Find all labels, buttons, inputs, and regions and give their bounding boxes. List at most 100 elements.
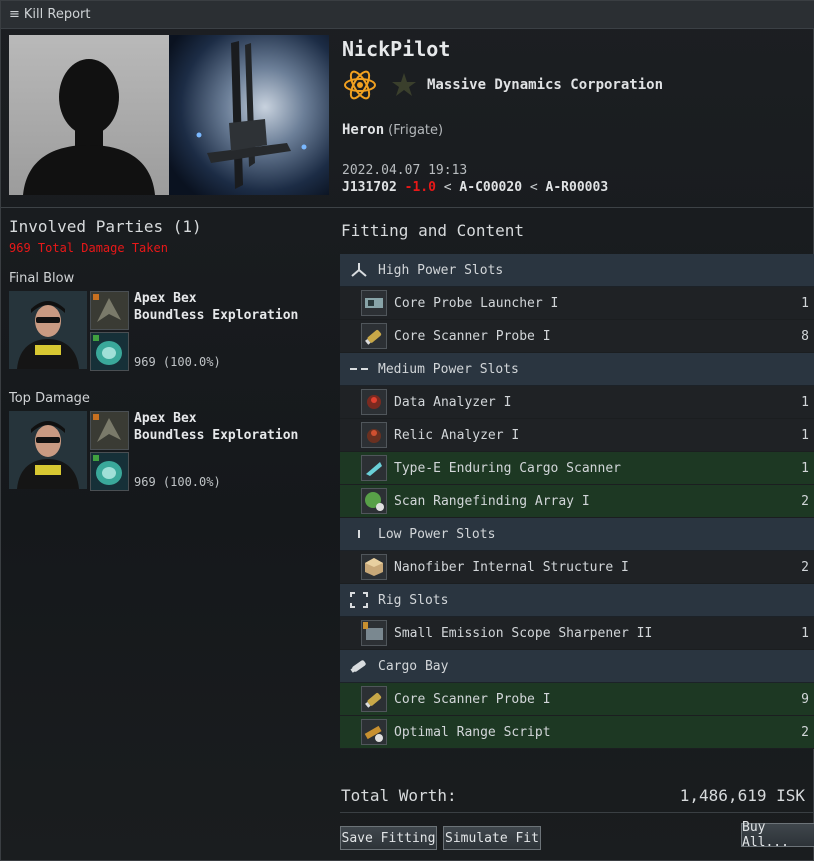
section-label: Rig Slots <box>378 592 449 608</box>
mid-slot-icon <box>340 360 378 378</box>
high-slot-icon <box>340 261 378 279</box>
attacker-corporation[interactable]: Boundless Exploration <box>134 307 298 324</box>
item-quantity: 2 <box>801 493 809 509</box>
item-name[interactable]: Core Scanner Probe I <box>394 692 789 707</box>
region-name[interactable]: A-R00003 <box>546 180 609 195</box>
section-header: Low Power Slots <box>340 518 814 551</box>
item-quantity: 9 <box>801 691 809 707</box>
attacker-ship-icon[interactable] <box>90 411 129 450</box>
section-label: Medium Power Slots <box>378 361 519 377</box>
fitting-list: High Power Slots Core Probe Launcher I 1 Co… <box>340 254 814 749</box>
fitting-item-row[interactable]: Optimal Range Script 2 <box>340 716 814 749</box>
alliance-logo-icon[interactable] <box>386 67 422 103</box>
section-header: High Power Slots <box>340 254 814 287</box>
constellation-name[interactable]: A-C00020 <box>459 180 522 195</box>
fitting-item-row[interactable]: Core Probe Launcher I 1 <box>340 287 814 320</box>
victim-portrait[interactable] <box>9 35 169 195</box>
item-quantity: 1 <box>801 427 809 443</box>
kill-report-window: ≡ Kill Report NickPilot Massive Dynamics… <box>0 0 814 861</box>
ship-class: (Frigate) <box>388 123 444 138</box>
attacker-corporation[interactable]: Boundless Exploration <box>134 427 298 444</box>
attacker-portrait[interactable] <box>9 411 87 489</box>
item-name[interactable]: Data Analyzer I <box>394 395 789 410</box>
attacker-portrait[interactable] <box>9 291 87 369</box>
rig-slot-icon <box>340 590 378 610</box>
attacker-weapon-icon[interactable] <box>90 452 129 491</box>
item-quantity: 8 <box>801 328 809 344</box>
victim-name[interactable]: NickPilot <box>342 37 450 61</box>
fitting-item-row[interactable]: Core Scanner Probe I 9 <box>340 683 814 716</box>
low-slot-icon <box>340 525 378 543</box>
item-name[interactable]: Optimal Range Script <box>394 725 789 740</box>
fitting-title: Fitting and Content <box>341 221 525 240</box>
buy-all-button[interactable]: Buy All... <box>741 820 814 850</box>
item-name[interactable]: Core Probe Launcher I <box>394 296 789 311</box>
item-name[interactable]: Core Scanner Probe I <box>394 329 789 344</box>
item-quantity: 2 <box>801 559 809 575</box>
fitting-item-row[interactable]: Core Scanner Probe I 8 <box>340 320 814 353</box>
save-fitting-button[interactable]: Save Fitting <box>340 826 437 850</box>
relic-analyzer-icon[interactable] <box>361 422 387 448</box>
final-blow-label: Final Blow <box>9 271 75 286</box>
divider <box>340 812 814 813</box>
total-damage: 969 Total Damage Taken <box>9 241 168 255</box>
section-label: Low Power Slots <box>378 526 496 542</box>
attacker-name[interactable]: Apex Bex <box>134 290 298 307</box>
attacker-damage: 969 (100.0%) <box>134 475 221 489</box>
system-name[interactable]: J131702 <box>342 180 397 195</box>
item-quantity: 1 <box>801 295 809 311</box>
rangefinding-array-icon[interactable] <box>361 488 387 514</box>
simulate-fit-button[interactable]: Simulate Fit <box>443 826 541 850</box>
fitting-item-row[interactable]: Nanofiber Internal Structure I 2 <box>340 551 814 584</box>
data-analyzer-icon[interactable] <box>361 389 387 415</box>
attacker-damage: 969 (100.0%) <box>134 355 221 369</box>
cargo-scanner-icon[interactable] <box>361 455 387 481</box>
security-status: -1.0 <box>404 180 436 195</box>
scanner-probe-icon[interactable] <box>361 686 387 712</box>
window-title: Kill Report <box>23 7 91 22</box>
top-damage-label: Top Damage <box>9 391 90 406</box>
item-quantity: 1 <box>801 625 809 641</box>
fitting-item-row[interactable]: Data Analyzer I 1 <box>340 386 814 419</box>
ship-name[interactable]: Heron <box>342 122 384 138</box>
cargo-bay-icon <box>340 657 378 675</box>
item-quantity: 2 <box>801 724 809 740</box>
item-name[interactable]: Scan Rangefinding Array I <box>394 494 789 509</box>
fitting-item-row[interactable]: Scan Rangefinding Array I 2 <box>340 485 814 518</box>
item-name[interactable]: Type-E Enduring Cargo Scanner <box>394 461 789 476</box>
scanner-probe-icon[interactable] <box>361 323 387 349</box>
ship-image[interactable] <box>169 35 329 195</box>
attacker-ship-icon[interactable] <box>90 291 129 330</box>
attacker-name[interactable]: Apex Bex <box>134 410 298 427</box>
corporation-logo-icon[interactable] <box>342 67 378 103</box>
victim-corporation[interactable]: Massive Dynamics Corporation <box>427 77 663 93</box>
total-worth-value: 1,486,619 ISK <box>679 786 805 805</box>
section-header: Medium Power Slots <box>340 353 814 386</box>
item-name[interactable]: Nanofiber Internal Structure I <box>394 560 789 575</box>
location-separator: < <box>529 180 538 195</box>
hamburger-icon[interactable]: ≡ <box>9 7 20 22</box>
section-label: Cargo Bay <box>378 658 449 674</box>
section-label: High Power Slots <box>378 262 504 278</box>
probe-launcher-icon[interactable] <box>361 290 387 316</box>
location-separator: < <box>443 180 452 195</box>
attacker-weapon-icon[interactable] <box>90 332 129 371</box>
fitting-item-row[interactable]: Type-E Enduring Cargo Scanner 1 <box>340 452 814 485</box>
fitting-item-row[interactable]: Relic Analyzer I 1 <box>340 419 814 452</box>
title-bar[interactable]: ≡ Kill Report <box>1 1 814 29</box>
kill-datetime: 2022.04.07 19:13 <box>342 163 468 178</box>
attacker-info[interactable]: Apex Bex Boundless Exploration <box>134 410 298 444</box>
item-quantity: 1 <box>801 460 809 476</box>
attacker-info[interactable]: Apex Bex Boundless Exploration <box>134 290 298 324</box>
section-header: Cargo Bay <box>340 650 814 683</box>
item-quantity: 1 <box>801 394 809 410</box>
item-name[interactable]: Relic Analyzer I <box>394 428 789 443</box>
victim-ship: Heron (Frigate) <box>342 122 443 138</box>
divider <box>1 207 814 208</box>
item-name[interactable]: Small Emission Scope Sharpener II <box>394 626 789 641</box>
total-worth-label: Total Worth: <box>341 786 457 805</box>
nanofiber-icon[interactable] <box>361 554 387 580</box>
range-script-icon[interactable] <box>361 719 387 745</box>
fitting-item-row[interactable]: Small Emission Scope Sharpener II 1 <box>340 617 814 650</box>
scope-sharpener-icon[interactable] <box>361 620 387 646</box>
